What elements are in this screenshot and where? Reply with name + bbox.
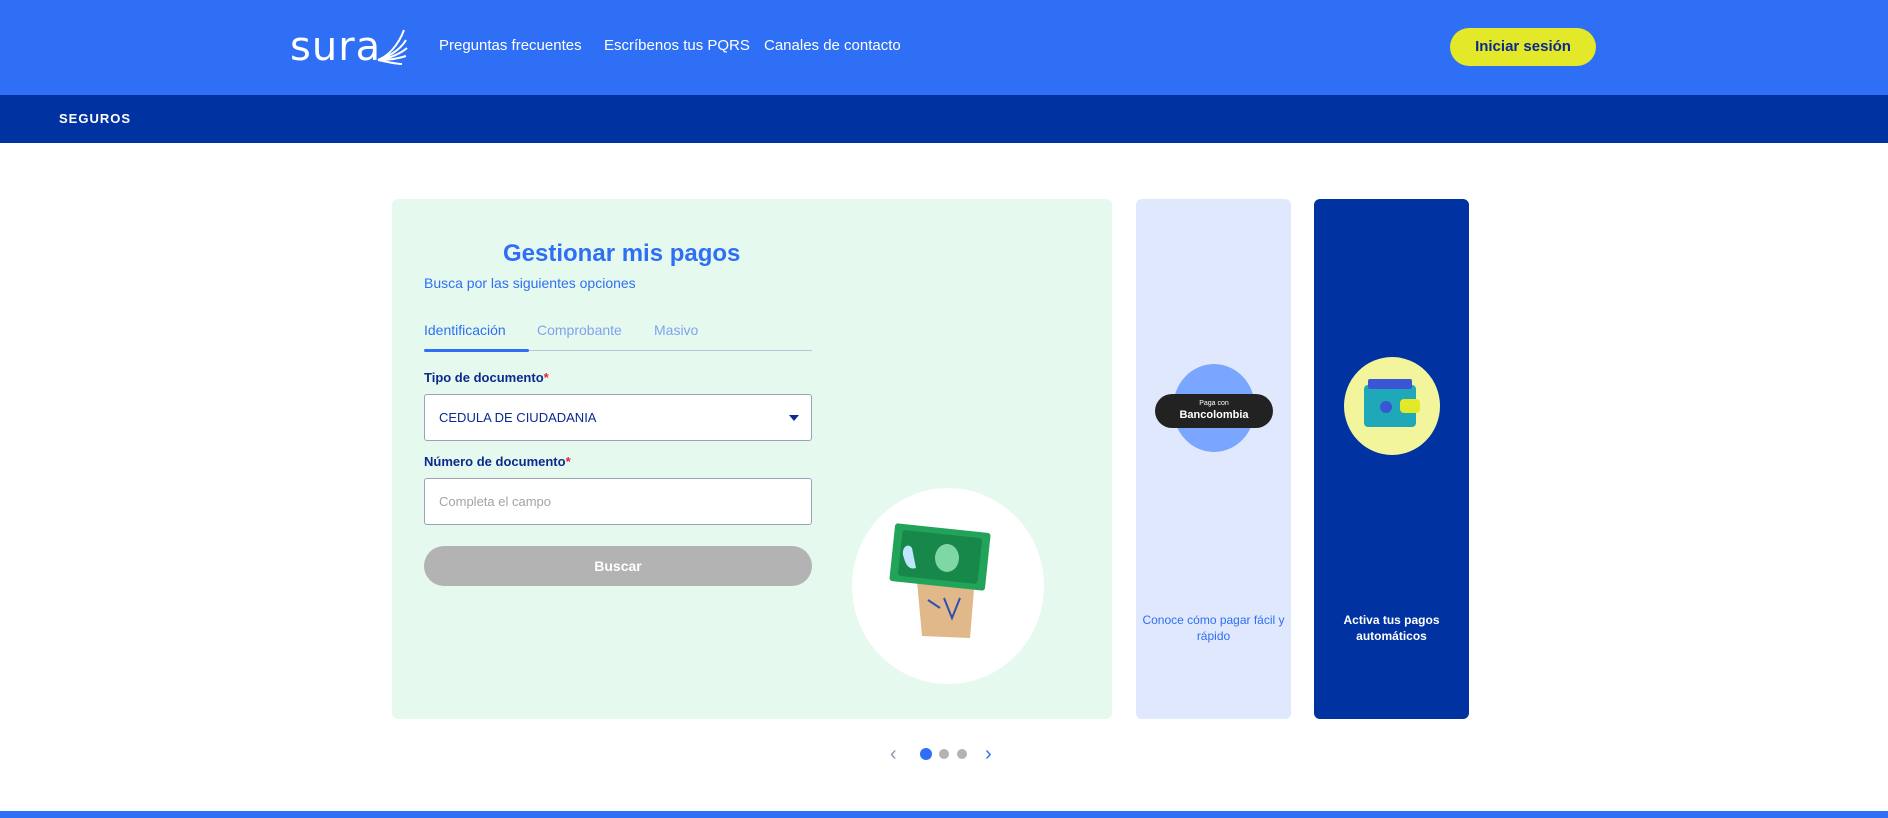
tab-comprobante[interactable]: Comprobante [537, 322, 622, 338]
carousel-dot[interactable] [957, 749, 967, 759]
page-title: Gestionar mis pagos [503, 240, 741, 267]
footer-strip [0, 811, 1888, 818]
doc-number-label: Número de documento* [424, 454, 571, 469]
active-tab-indicator [424, 349, 529, 352]
doc-type-label-text: Tipo de documento [424, 370, 544, 385]
wings-icon [377, 29, 408, 65]
doc-type-value: CEDULA DE CIUDADANIA [439, 410, 597, 425]
nav-pqrs[interactable]: Escríbenos tus PQRS [604, 36, 750, 56]
logo-text: sura [290, 24, 382, 70]
required-mark: * [543, 370, 549, 385]
carousel-next-button[interactable]: › [985, 744, 992, 764]
wallet-icon [1364, 379, 1420, 427]
page-subtitle: Busca por las siguientes opciones [424, 275, 636, 291]
nav-contact-channels[interactable]: Canales de contacto [764, 36, 901, 56]
chevron-down-icon [789, 415, 799, 421]
doc-number-input[interactable] [424, 478, 812, 525]
top-header: sura Preguntas frecuentes Escríbenos tus… [0, 0, 1888, 95]
carousel-dot[interactable] [939, 749, 949, 759]
badge-brand-text: Bancolombia [1179, 409, 1249, 421]
tab-masivo[interactable]: Masivo [654, 322, 698, 338]
login-button[interactable]: Iniciar sesión [1450, 28, 1596, 66]
money-illustration [852, 488, 1044, 684]
wallet-bubble [1344, 357, 1440, 455]
promo-text-auto-payments: Activa tus pagos automáticos [1343, 613, 1440, 643]
doc-type-label: Tipo de documento* [424, 370, 549, 385]
promo-text-bancolombia: Conoce cómo pagar fácil y rápido [1142, 613, 1285, 643]
nav-faq[interactable]: Preguntas frecuentes [439, 36, 582, 56]
section-label-seguros[interactable]: SEGUROS [59, 111, 131, 126]
sub-navigation-bar: SEGUROS [0, 95, 1888, 143]
hand-banknote-icon [889, 523, 991, 638]
doc-number-label-text: Número de documento [424, 454, 566, 469]
tab-identificacion[interactable]: Identificación [424, 322, 506, 338]
badge-small-text: Paga con [1199, 400, 1229, 407]
sura-logo[interactable]: sura [290, 24, 410, 70]
doc-type-select[interactable]: CEDULA DE CIUDADANIA [424, 394, 812, 441]
required-mark: * [565, 454, 571, 469]
bancolombia-badge: Paga con Bancolombia [1155, 394, 1273, 428]
carousel-prev-button[interactable]: ‹ [890, 744, 897, 764]
carousel-dot[interactable] [920, 748, 932, 760]
search-button[interactable]: Buscar [424, 546, 812, 586]
